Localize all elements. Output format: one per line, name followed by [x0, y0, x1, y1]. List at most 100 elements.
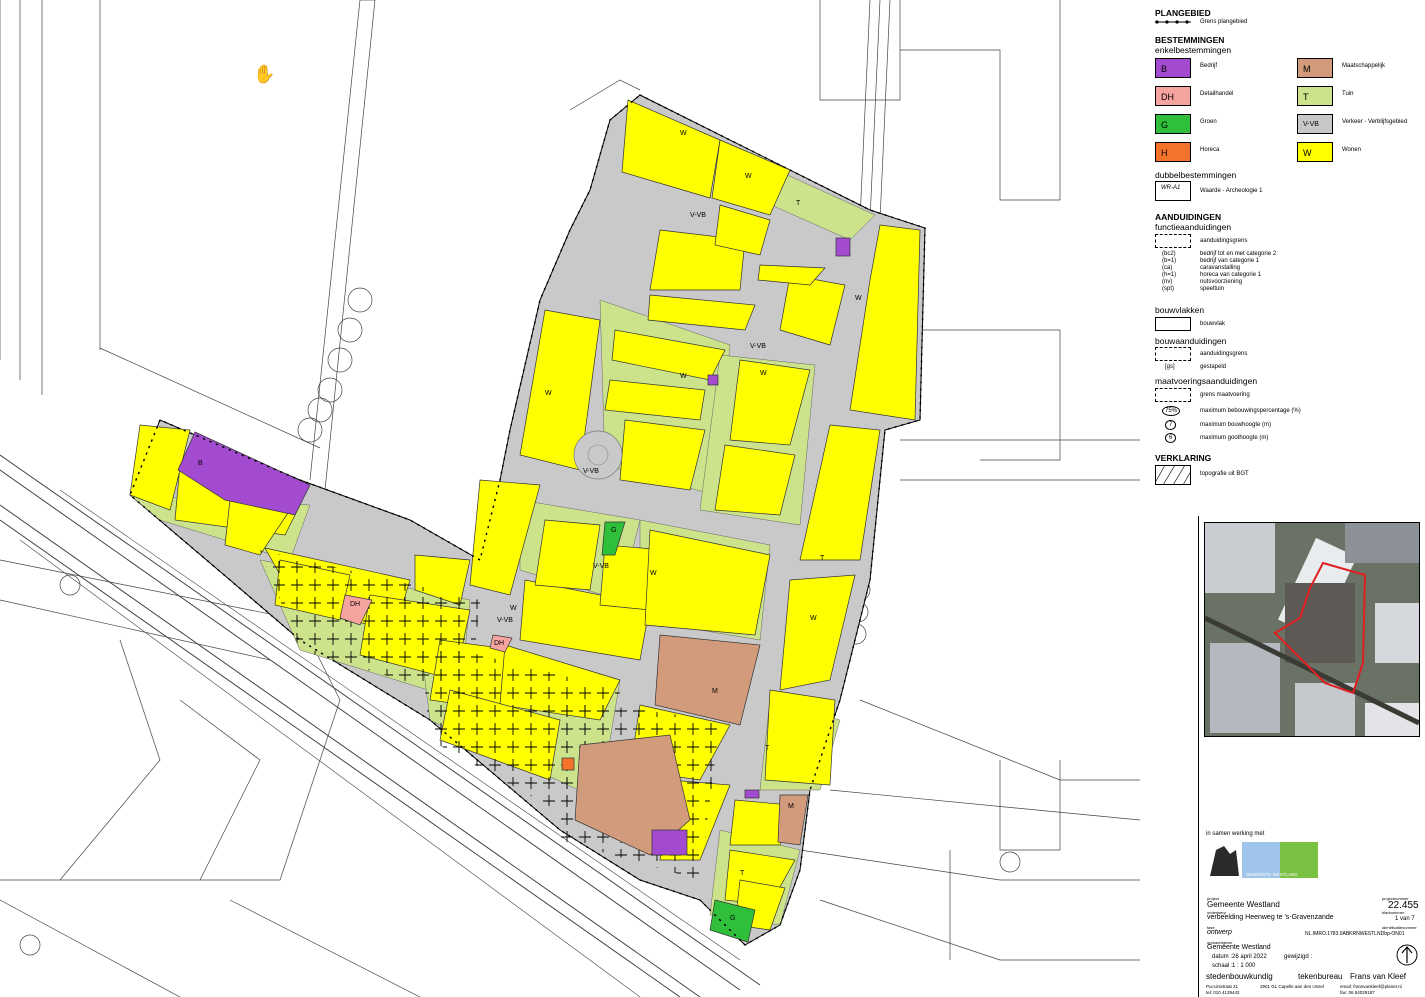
swatch-groen: G	[1155, 114, 1191, 134]
legend-dubbel-heading: dubbelbestemmingen	[1155, 170, 1237, 180]
hand-cursor-icon: ✋	[253, 63, 275, 85]
label-tuin: T	[820, 555, 825, 562]
swatch-tuin: T	[1297, 86, 1333, 106]
tb-ident: NL.IMRO.1783.0ABKRNWESTLNDbp-ON01	[1305, 931, 1405, 937]
label-tuin: T	[765, 745, 770, 752]
aanduidingsgrens-label: aanduidingsgrens	[1200, 238, 1248, 244]
legend-enkelbestemmingen: enkelbestemmingen	[1155, 45, 1232, 55]
mv-code: 6	[1165, 433, 1177, 443]
label-wonen: W	[510, 605, 517, 612]
zoning-map[interactable]: W W V-VB T V-VB W V-VB W W W W T T V-VB …	[0, 0, 1140, 997]
tb-email: email: fransvankleef@planet.nl	[1340, 984, 1402, 989]
gemeente-westland-logo: GEMEENTE WESTLAND	[1206, 840, 1318, 880]
bgt-label: topografie uit BGT	[1200, 471, 1249, 477]
label-verkeer: V-VB	[497, 617, 513, 624]
legend-maatvoering-heading: maatvoeringsaanduidingen	[1155, 376, 1258, 386]
fa-code: (ca)	[1162, 265, 1173, 271]
tb-gewijzigd-label: gewijzigd :	[1284, 954, 1313, 960]
fa-label: horeca van categorie 1	[1200, 272, 1262, 278]
legend-bestemmingen-heading: BESTEMMINGEN	[1155, 35, 1225, 45]
tb-datum: 26 april 2022	[1232, 954, 1267, 960]
label-wonen: W	[810, 615, 817, 622]
bouwvlak-symbol	[1155, 317, 1191, 331]
tb-cooperation: in samen werking met	[1206, 831, 1265, 837]
gs-label: gestapeld	[1200, 364, 1227, 370]
label-tuin: T	[740, 870, 745, 877]
tb-office3: Frans van Kleef	[1350, 972, 1407, 981]
mv-label: maximum bouwhoogte (m)	[1200, 422, 1272, 428]
label-wonen: W	[680, 130, 687, 137]
tb-schaal-label: schaal :	[1212, 963, 1233, 969]
label-tuin: T	[796, 200, 801, 207]
fa-code: (bc2)	[1162, 251, 1176, 257]
swatch-detailhandel: DH	[1155, 86, 1191, 106]
fa-label: caravanstalling	[1200, 265, 1241, 271]
logo-text: GEMEENTE WESTLAND	[1246, 872, 1298, 877]
swatch-wr: WR-A1	[1155, 181, 1191, 201]
swatch-label-detailhandel: Detailhandel	[1200, 91, 1234, 97]
fa-label: bedrijf van categorie 1	[1200, 258, 1260, 264]
swatch-label-groen: Groen	[1200, 119, 1217, 125]
label-wonen: W	[545, 390, 552, 397]
aerial-photo-image	[1205, 523, 1419, 736]
label-verkeer: V-VB	[690, 212, 706, 219]
legend: PLANGEBIED Grens plangebied BESTEMMINGEN…	[1150, 0, 1420, 520]
tb-opdrachtgever: Gemeente Westland	[1207, 944, 1271, 951]
maatvoering-symbol	[1155, 388, 1191, 402]
horeca-area	[561, 757, 575, 771]
tb-office1: stedenbouwkundig	[1206, 972, 1273, 981]
legend-functieaanduidingen: functieaanduidingen	[1155, 222, 1232, 232]
plangrens-symbol	[1155, 20, 1191, 24]
tb-fase: ontwerp	[1207, 929, 1232, 936]
legend-bouwvlakken-heading: bouwvlakken	[1155, 305, 1205, 315]
tb-schaal: 1 : 1 000	[1232, 963, 1256, 969]
mv-label: maximum goothoogte (m)	[1200, 435, 1269, 441]
fa-label: bedrijf tot en met categorie 2	[1200, 251, 1277, 257]
aerial-photo	[1204, 522, 1420, 737]
swatch-label-verkeer: Verkeer - Verblijfsgebied	[1342, 119, 1408, 125]
label-detailhandel: DH	[494, 640, 504, 647]
label-maatschappelijk: M	[712, 688, 718, 695]
bedrijf-area-4	[707, 374, 719, 386]
maatvoering-label: grens maatvoering	[1200, 392, 1250, 398]
swatch-label-bedrijf: Bedrijf	[1200, 63, 1218, 69]
tb-address1: Puccinistraat 21	[1206, 984, 1239, 989]
north-arrow-icon	[1396, 944, 1418, 966]
tb-blad: 1 van 7	[1395, 916, 1415, 922]
swatch-wonen: W	[1297, 142, 1333, 162]
tb-ident-label: identificatienummer	[1382, 925, 1417, 930]
swatch-bedrijf: B	[1155, 58, 1191, 78]
tb-tel: tel: 010 4139442	[1206, 990, 1240, 995]
fa-code: (nv)	[1162, 279, 1173, 285]
legend-aanduidingen-heading: AANDUIDINGEN	[1155, 212, 1222, 222]
label-verkeer: V-VB	[593, 563, 609, 570]
label-detailhandel: DH	[350, 601, 360, 608]
bedrijf-area-5	[744, 789, 760, 799]
bouwaanduidingsgrens-symbol	[1155, 347, 1191, 361]
label-wonen: W	[760, 370, 767, 377]
swatch-label-horeca: Horeca	[1200, 147, 1220, 153]
swatch-label-maatschappelijk: Maatschappelijk	[1342, 63, 1386, 69]
label-groen: G	[730, 915, 735, 922]
swatch-verkeer: V-VB	[1297, 114, 1333, 134]
tb-datum-label: datum :	[1212, 954, 1233, 960]
swatch-label-wr: Waarde - Archeologie 1	[1200, 188, 1263, 194]
fa-label: speeltuin	[1200, 286, 1225, 292]
bedrijf-area-2	[651, 829, 688, 856]
label-groen: G	[611, 527, 616, 534]
legend-verklaring-heading: VERKLARING	[1155, 453, 1212, 463]
mv-label: maximum bebouwingspercentage (%)	[1200, 408, 1301, 414]
tb-project: Gemeente Westland	[1207, 900, 1280, 909]
label-wonen: W	[650, 570, 657, 577]
tb-office2: tekenbureau	[1298, 972, 1343, 981]
aanduidingsgrens-symbol	[1155, 234, 1191, 248]
label-verkeer: V-VB	[750, 343, 766, 350]
swatch-maatschappelijk: M	[1297, 58, 1333, 78]
bouwvlak-label: bouwvlak	[1200, 321, 1226, 327]
swatch-label-tuin: Tuin	[1342, 91, 1354, 97]
mv-code: 75%	[1162, 406, 1181, 416]
fa-code: (b=1)	[1162, 258, 1177, 264]
gs-code: [gs]	[1165, 364, 1175, 370]
bouwaanduidingsgrens-label: aanduidingsgrens	[1200, 351, 1248, 357]
plan-area	[129, 94, 926, 946]
